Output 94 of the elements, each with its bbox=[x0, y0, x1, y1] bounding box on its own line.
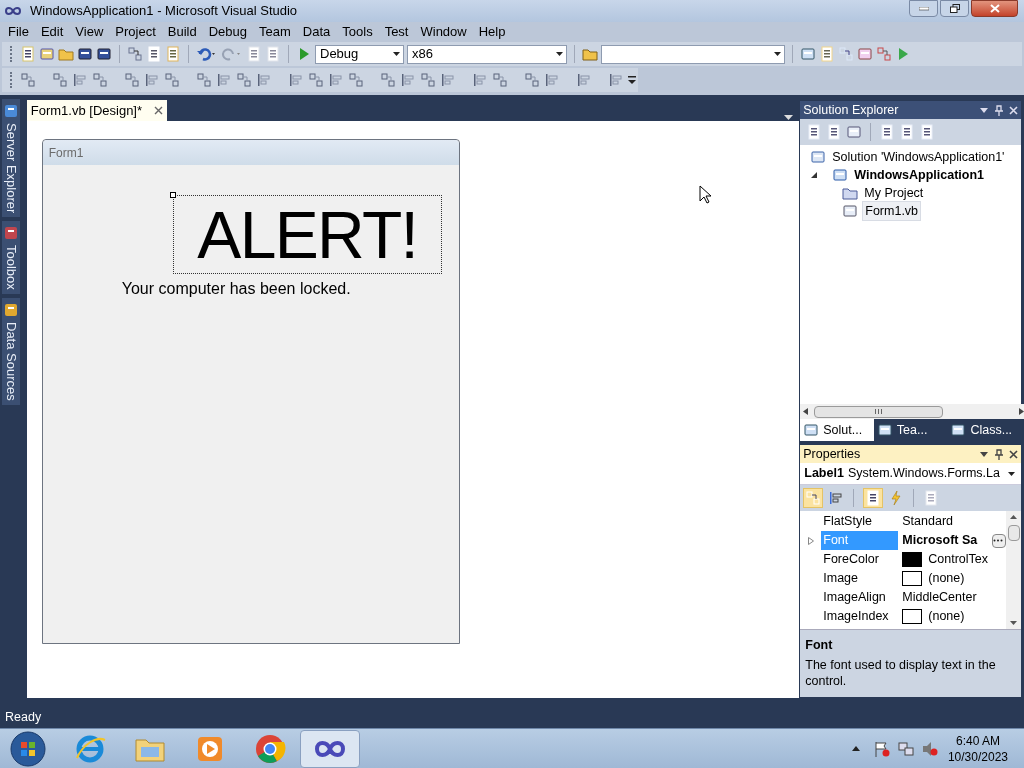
menu-item[interactable]: Window bbox=[414, 22, 473, 42]
panel-title: Solution Explorer bbox=[803, 101, 899, 119]
dropdown-arrow-icon[interactable] bbox=[980, 451, 988, 457]
close-button[interactable] bbox=[971, 0, 1018, 17]
folder-icon[interactable] bbox=[842, 185, 859, 201]
menu-item[interactable]: File bbox=[2, 22, 35, 42]
restore-button[interactable] bbox=[940, 0, 969, 17]
start-orb-icon[interactable] bbox=[8, 729, 48, 768]
scroll-up-icon[interactable] bbox=[1010, 515, 1017, 519]
properties-icon[interactable] bbox=[826, 124, 843, 140]
find-in-files-icon[interactable] bbox=[582, 46, 598, 62]
dropdown-arrow-icon bbox=[556, 52, 563, 56]
property-name[interactable]: FlatStyle bbox=[821, 512, 899, 531]
property-value[interactable]: (none) bbox=[928, 607, 965, 626]
description-text: The font used to display text in the control. bbox=[805, 656, 997, 689]
restore-icon bbox=[949, 4, 960, 13]
pin-icon[interactable] bbox=[995, 448, 1003, 460]
configuration-dropdown[interactable]: Debug bbox=[315, 44, 404, 64]
side-tab[interactable]: Toolbox bbox=[1, 221, 20, 295]
description-title: Font bbox=[805, 637, 834, 654]
scrollbar-thumb[interactable] bbox=[814, 405, 944, 418]
menu-item[interactable]: Project bbox=[109, 22, 162, 42]
dropdown-arrow-icon bbox=[774, 52, 781, 56]
window-title: WindowsApplication1 - Microsoft Visual Studio bbox=[30, 2, 298, 21]
property-value[interactable]: ControlTex bbox=[928, 550, 988, 569]
document-tab[interactable]: Form1.vb [Design]* bbox=[26, 100, 168, 121]
minimize-icon bbox=[918, 6, 929, 11]
taskbar-button[interactable] bbox=[300, 729, 360, 768]
object-dropdown[interactable]: Label1 System.Windows.Forms.La bbox=[800, 463, 1021, 485]
side-tab[interactable]: Data Sources bbox=[1, 298, 20, 405]
platform-dropdown[interactable]: x86 bbox=[407, 44, 567, 64]
close-icon bbox=[989, 4, 1000, 13]
expand-arrow-icon[interactable] bbox=[807, 536, 814, 545]
expanded-arrow-icon[interactable] bbox=[810, 171, 819, 179]
scroll-down-icon[interactable] bbox=[1010, 621, 1017, 625]
tree-item[interactable]: My Project bbox=[862, 183, 926, 203]
scroll-right-icon[interactable] bbox=[1019, 408, 1024, 415]
menu-item[interactable]: Edit bbox=[34, 22, 70, 42]
menu-item[interactable]: Help bbox=[472, 22, 512, 42]
scroll-left-icon[interactable] bbox=[803, 408, 809, 415]
tree-item[interactable]: Solution 'WindowsApplication1' bbox=[830, 147, 1007, 167]
speaker-icon[interactable] bbox=[921, 740, 938, 757]
dropdown-arrow-icon bbox=[393, 52, 400, 56]
form-title: Form1 bbox=[48, 144, 84, 162]
clock[interactable]: 6:40 AM 10/30/2023 bbox=[947, 732, 1008, 765]
flag-icon[interactable] bbox=[873, 740, 890, 757]
menu-item[interactable]: Test bbox=[378, 22, 415, 42]
panel-tab[interactable]: Solut... bbox=[800, 419, 874, 441]
grip-icon bbox=[875, 409, 883, 414]
undo-icon[interactable] bbox=[196, 46, 218, 62]
panel-title: Properties bbox=[803, 445, 861, 463]
property-name[interactable]: ImageIndex bbox=[821, 607, 899, 626]
close-icon[interactable] bbox=[154, 106, 164, 115]
menu-item[interactable]: Debug bbox=[202, 22, 253, 42]
find-dropdown[interactable] bbox=[601, 44, 785, 64]
close-icon[interactable] bbox=[1009, 449, 1018, 459]
toolbar-options-icon[interactable] bbox=[628, 75, 636, 85]
menu-item[interactable]: Tools bbox=[336, 22, 379, 42]
menu-item[interactable]: Team bbox=[253, 22, 297, 42]
property-value[interactable]: MiddleCenter bbox=[902, 588, 977, 607]
property-value[interactable]: Microsoft Sa bbox=[902, 531, 978, 550]
show-hidden-icons-icon[interactable] bbox=[851, 746, 860, 751]
infinity-logo-icon bbox=[4, 6, 22, 16]
new-project-icon[interactable] bbox=[20, 46, 36, 62]
form-label[interactable]: ALERT! bbox=[172, 195, 442, 274]
property-name[interactable]: Image bbox=[821, 569, 899, 588]
form-label[interactable]: Your computer has been locked. bbox=[121, 277, 351, 301]
copy-icon[interactable] bbox=[146, 46, 162, 62]
horizontal-scrollbar[interactable] bbox=[800, 404, 1024, 419]
network-icon[interactable] bbox=[897, 740, 914, 757]
ellipsis-button[interactable] bbox=[992, 533, 1006, 548]
dropdown-arrow-icon bbox=[1008, 471, 1015, 476]
property-value[interactable]: Standard bbox=[902, 512, 953, 531]
tree-item[interactable]: WindowsApplication1 bbox=[852, 165, 986, 185]
dropdown-arrow-icon[interactable] bbox=[980, 107, 988, 113]
tree-item[interactable]: Form1.vb bbox=[862, 200, 922, 222]
menu-item[interactable]: View bbox=[69, 22, 110, 42]
menu-item[interactable]: Data bbox=[296, 22, 337, 42]
menu-item[interactable]: Build bbox=[161, 22, 203, 42]
scrollbar-thumb[interactable] bbox=[1007, 525, 1020, 541]
mouse-pointer-icon bbox=[698, 185, 711, 204]
properties-icon[interactable] bbox=[819, 46, 835, 62]
ellipsis-icon bbox=[993, 539, 1003, 542]
paste-icon[interactable] bbox=[165, 46, 181, 62]
property-value[interactable]: (none) bbox=[928, 569, 965, 588]
tab-list-dropdown-icon[interactable] bbox=[784, 115, 794, 121]
property-name[interactable]: ImageAlign bbox=[821, 588, 899, 607]
view-code-icon[interactable] bbox=[879, 124, 896, 140]
property-name[interactable]: ForeColor bbox=[821, 550, 899, 569]
vertical-scrollbar[interactable] bbox=[1006, 511, 1021, 629]
view-designer-icon[interactable] bbox=[899, 124, 916, 140]
status-text: Ready bbox=[5, 708, 42, 726]
side-tab[interactable]: Server Explorer bbox=[1, 99, 20, 218]
resize-handle[interactable] bbox=[169, 192, 176, 198]
